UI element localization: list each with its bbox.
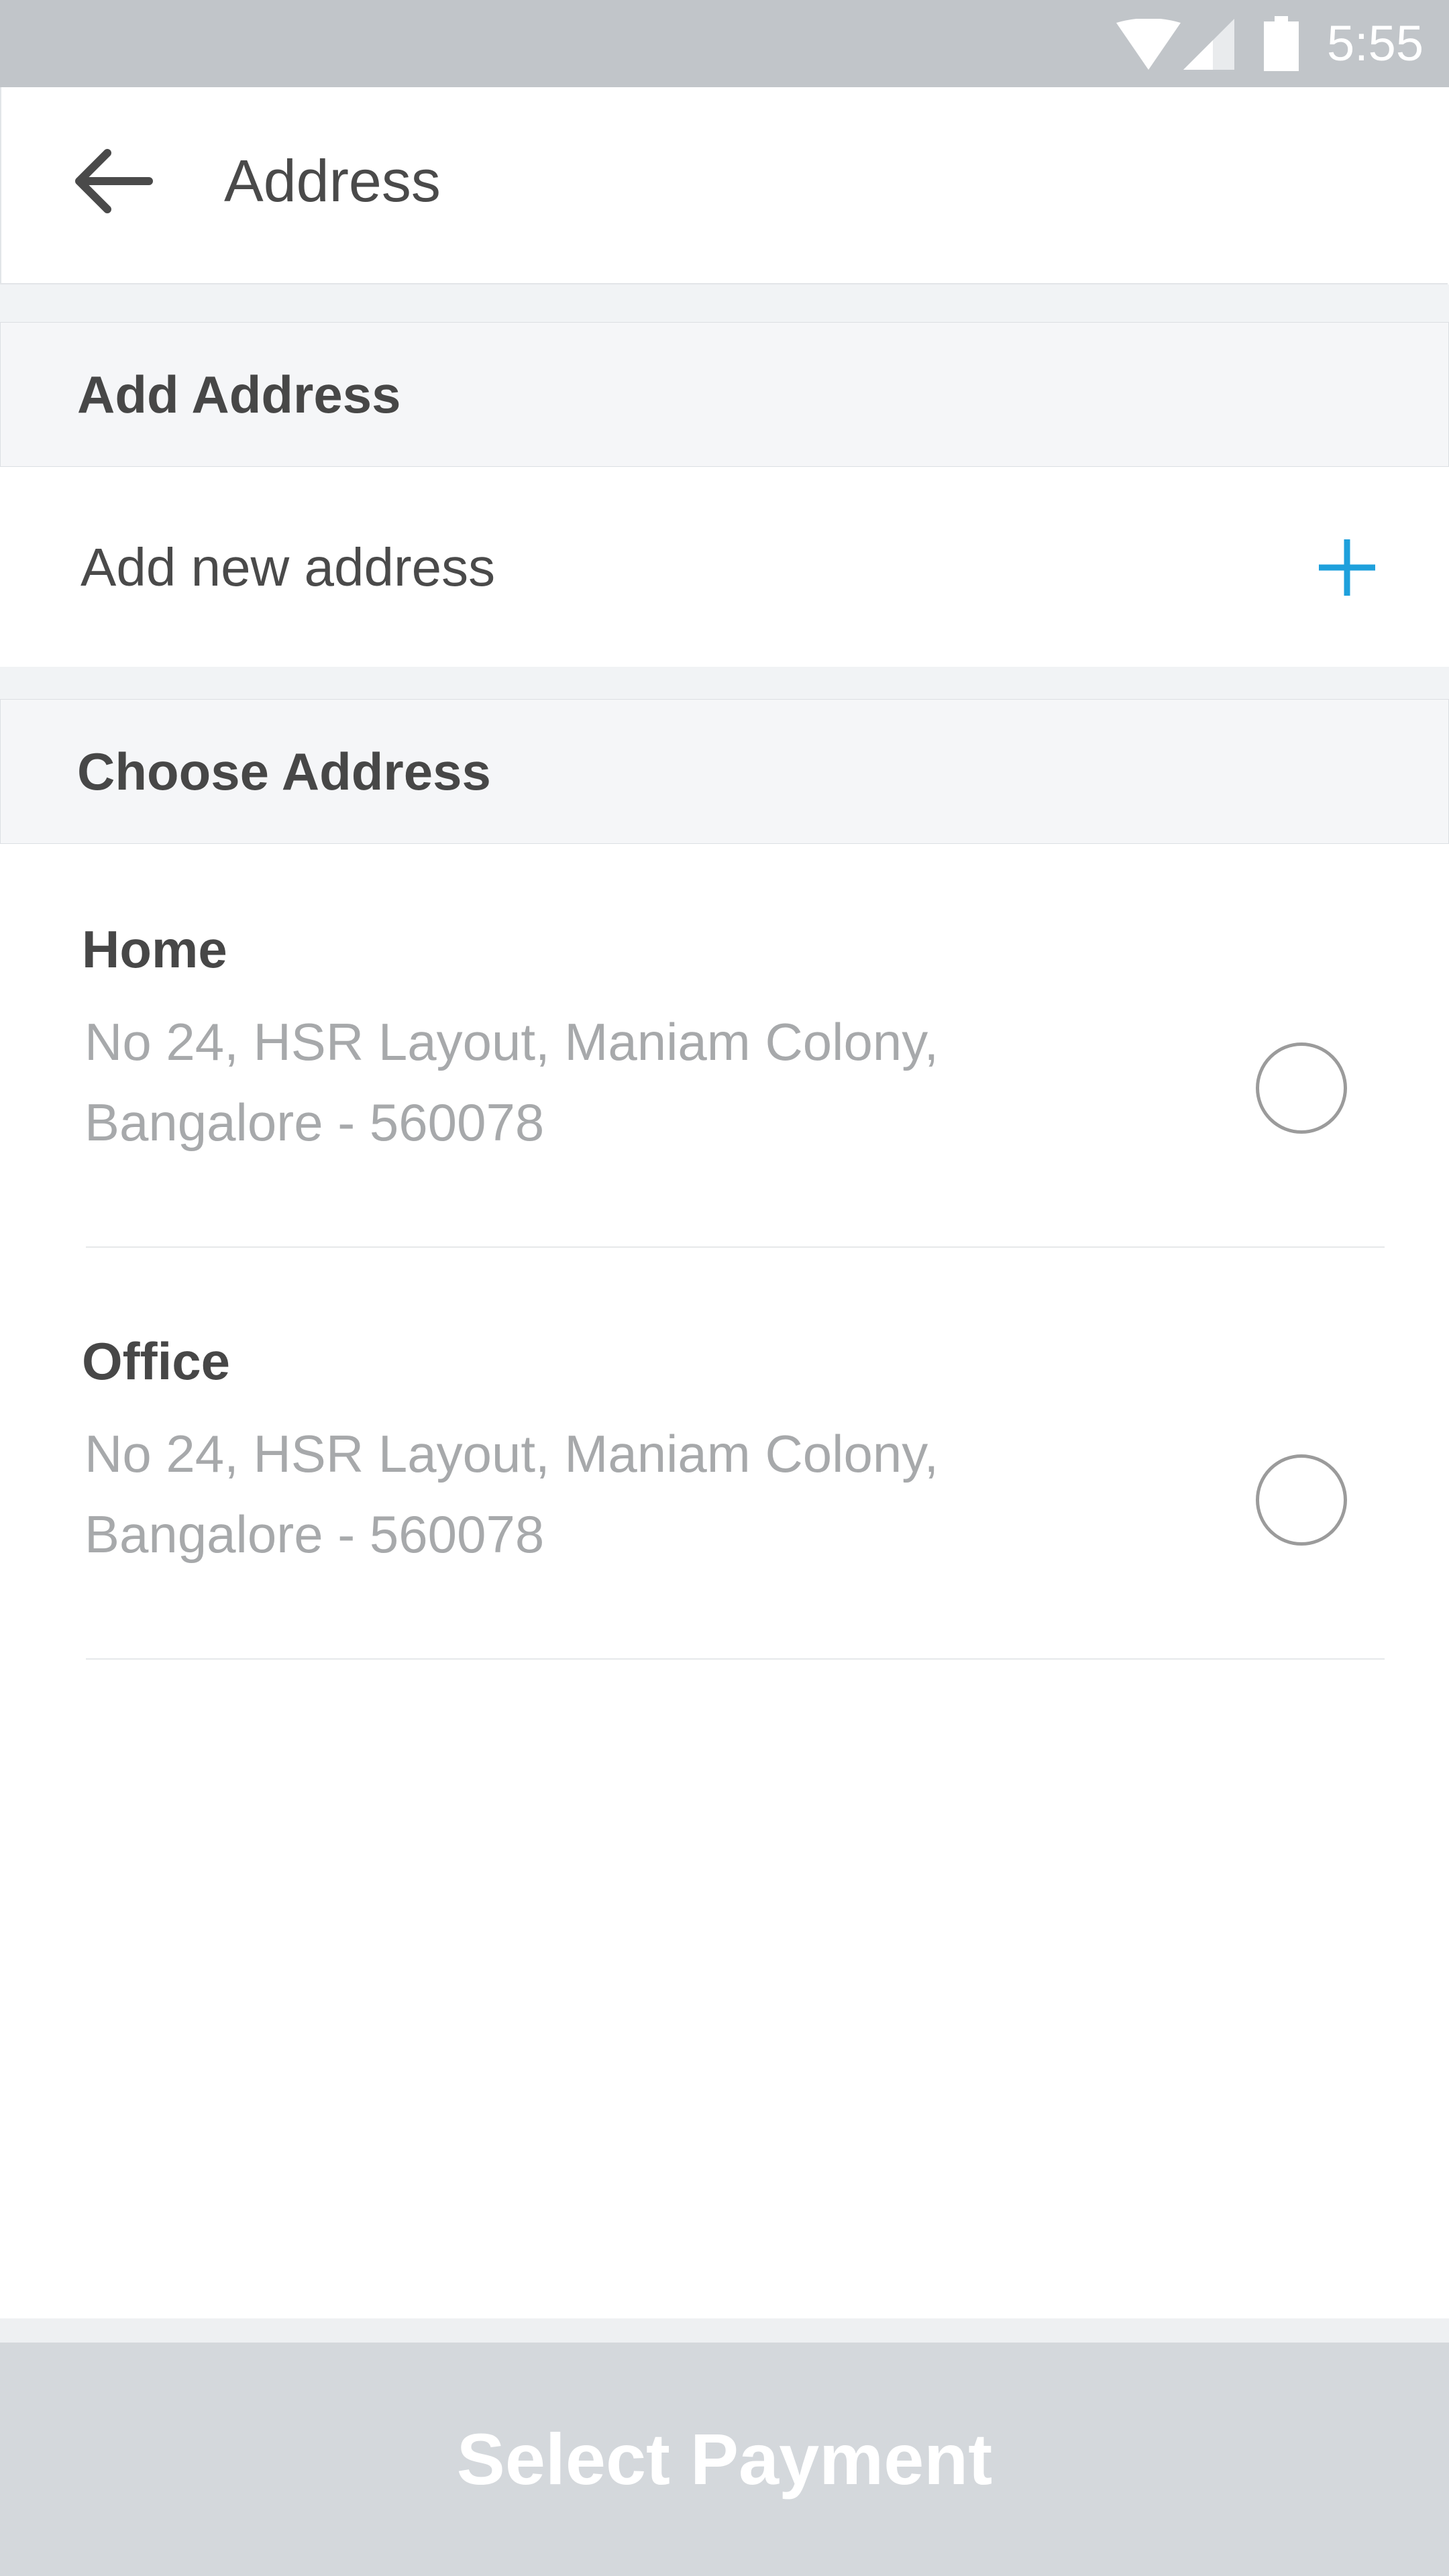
status-bar: 5:55 [0,0,1449,87]
address-radio[interactable] [1256,1042,1347,1134]
status-time: 5:55 [1326,15,1424,71]
add-address-title: Add Address [77,365,401,424]
address-line-1: No 24, HSR Layout, Maniam Colony, [85,1424,939,1483]
address-line-2: Bangalore - 560078 [85,1505,545,1564]
address-name: Home [82,920,227,979]
footer-separator [0,2318,1449,2343]
choose-address-title: Choose Address [77,742,491,801]
plus-icon[interactable] [1315,535,1379,600]
address-line-2: Bangalore - 560078 [85,1093,545,1152]
divider [86,1246,1385,1248]
section-spacer [0,284,1449,322]
arrow-left-icon [75,149,153,213]
address-name: Office [82,1332,231,1391]
select-payment-label: Select Payment [456,2418,993,2500]
add-new-address-label: Add new address [80,537,496,597]
section-spacer [0,667,1449,699]
add-address-header: Add Address [0,322,1449,467]
back-button[interactable] [68,141,162,221]
page-title: Address [224,148,441,214]
divider [86,1658,1385,1660]
address-line-1: No 24, HSR Layout, Maniam Colony, [85,1012,939,1071]
app-bar: Address [0,87,1448,284]
address-item-home[interactable]: Home No 24, HSR Layout, Maniam Colony, B… [0,844,1449,1246]
select-payment-button[interactable]: Select Payment [0,2343,1449,2576]
battery-icon [1264,16,1299,71]
address-radio[interactable] [1256,1454,1347,1546]
wifi-icon [1116,19,1181,70]
choose-address-header: Choose Address [0,699,1449,844]
signal-icon [1183,19,1234,70]
add-new-address-row[interactable]: Add new address [0,468,1449,667]
address-item-office[interactable]: Office No 24, HSR Layout, Maniam Colony,… [0,1256,1449,1658]
